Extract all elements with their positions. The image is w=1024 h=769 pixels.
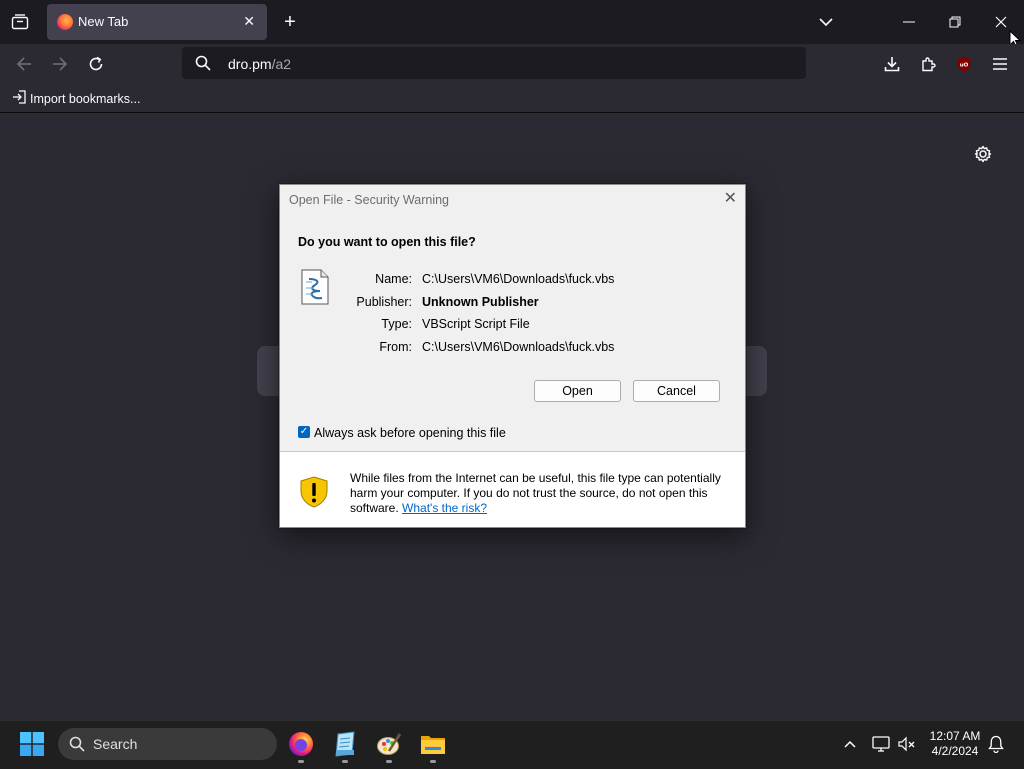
tab-title: New Tab: [78, 14, 129, 29]
running-indicator: [298, 760, 304, 763]
system-clock[interactable]: 12:07 AM 4/2/2024: [920, 729, 990, 759]
forward-icon[interactable]: [48, 52, 72, 76]
clock-date: 4/2/2024: [931, 744, 979, 758]
list-all-tabs-icon[interactable]: [814, 10, 838, 34]
cancel-button[interactable]: Cancel: [633, 380, 720, 402]
notepad-icon[interactable]: [332, 731, 358, 757]
firefox-icon[interactable]: [288, 731, 314, 757]
extensions-icon[interactable]: [916, 52, 940, 76]
close-tab-icon[interactable]: ✕: [243, 13, 255, 30]
from-value: C:\Users\VM6\Downloads\fuck.vbs: [422, 340, 615, 354]
always-ask-checkbox[interactable]: ✓: [298, 426, 310, 438]
tab-list-icon[interactable]: [8, 10, 32, 34]
open-button[interactable]: Open: [534, 380, 621, 402]
clock-time: 12:07 AM: [929, 729, 981, 743]
security-warning-dialog: Open File - Security Warning ✕ Do you wa…: [279, 184, 746, 528]
volume-muted-icon[interactable]: [897, 734, 917, 754]
type-label: Type:: [381, 317, 412, 331]
from-label: From:: [379, 340, 412, 354]
menu-icon[interactable]: [988, 52, 1012, 76]
taskbar-search-box[interactable]: Search: [58, 728, 277, 760]
network-icon[interactable]: [871, 734, 891, 754]
running-indicator: [430, 760, 436, 763]
publisher-value: Unknown Publisher: [422, 295, 539, 309]
search-icon: [195, 55, 211, 76]
new-tab-button[interactable]: +: [278, 10, 302, 34]
reload-icon[interactable]: [84, 52, 108, 76]
windows-start-icon[interactable]: [20, 732, 44, 761]
import-bookmarks-link[interactable]: Import bookmarks...: [12, 90, 140, 107]
search-icon: [69, 736, 85, 757]
dialog-question: Do you want to open this file?: [298, 235, 476, 249]
svg-text:uO: uO: [960, 63, 969, 69]
publisher-label: Publisher:: [356, 295, 412, 309]
settings-gear-icon[interactable]: [971, 142, 995, 166]
always-ask-label: Always ask before opening this file: [314, 426, 506, 440]
ublock-origin-icon[interactable]: uO: [952, 52, 976, 76]
name-label: Name:: [375, 272, 412, 286]
type-value: VBScript Script File: [422, 317, 530, 331]
warning-shield-icon: [299, 476, 329, 513]
vbscript-file-icon: [300, 269, 330, 310]
bookmarks-toolbar: Import bookmarks...: [0, 84, 1024, 113]
warning-message: While files from the Internet can be use…: [350, 471, 735, 516]
tab-new-tab[interactable]: New Tab ✕: [47, 4, 267, 40]
name-value: C:\Users\VM6\Downloads\fuck.vbs: [422, 272, 615, 286]
url-path: /a2: [271, 56, 292, 72]
dialog-close-icon[interactable]: ✕: [724, 191, 737, 207]
url-text: dro.pm/a2: [228, 56, 291, 72]
downloads-icon[interactable]: [880, 52, 904, 76]
dialog-title: Open File - Security Warning: [289, 193, 450, 207]
notifications-bell-icon[interactable]: [986, 734, 1006, 754]
address-bar[interactable]: dro.pm/a2: [182, 47, 806, 79]
paint-icon[interactable]: [376, 731, 402, 757]
minimize-icon[interactable]: [896, 10, 922, 34]
file-explorer-icon[interactable]: [420, 731, 446, 757]
whats-the-risk-link[interactable]: What's the risk?: [402, 501, 487, 515]
restore-icon[interactable]: [942, 10, 968, 34]
import-icon: [12, 90, 26, 107]
taskbar-search-label: Search: [93, 736, 138, 752]
show-hidden-icons-chevron-icon[interactable]: [840, 734, 860, 754]
firefox-icon: [57, 14, 73, 30]
url-host: dro.pm: [228, 56, 272, 72]
running-indicator: [386, 760, 392, 763]
import-bookmarks-label: Import bookmarks...: [30, 91, 141, 106]
back-icon[interactable]: [12, 52, 36, 76]
running-indicator: [342, 760, 348, 763]
